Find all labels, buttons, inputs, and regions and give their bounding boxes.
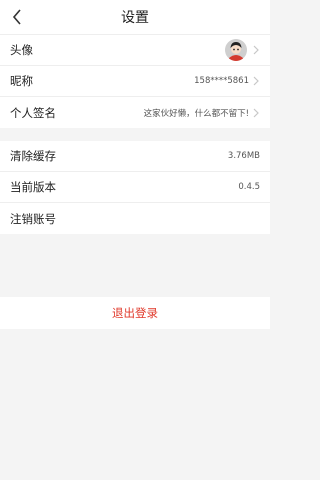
avatar-row[interactable]: 头像 (0, 35, 270, 66)
bottom-area (0, 329, 270, 480)
system-settings-group: 清除缓存 3.76MB 当前版本 0.4.5 注销账号 (0, 141, 270, 234)
deregister-label: 注销账号 (10, 211, 56, 226)
cache-size-value: 3.76MB (227, 151, 260, 161)
chevron-right-icon (253, 45, 260, 55)
nickname-label: 昵称 (10, 74, 33, 88)
section-divider (0, 128, 270, 141)
top-bar: 设置 (0, 0, 270, 34)
nickname-value: 158****5861 (194, 76, 249, 86)
nickname-row[interactable]: 昵称 158****5861 (0, 66, 270, 97)
signature-row[interactable]: 个人签名 这家伙好懒，什么都不留下! (0, 97, 270, 128)
spacer (0, 234, 270, 297)
back-icon[interactable] (8, 7, 26, 27)
page-title: 设置 (121, 10, 149, 26)
logout-button[interactable]: 退出登录 (0, 297, 270, 329)
avatar-label: 头像 (10, 43, 33, 57)
logout-label: 退出登录 (112, 306, 158, 320)
version-row[interactable]: 当前版本 0.4.5 (0, 172, 270, 203)
deregister-row[interactable]: 注销账号 (0, 203, 270, 234)
chevron-right-icon (253, 108, 260, 118)
version-label: 当前版本 (10, 180, 56, 194)
signature-value: 这家伙好懒，什么都不留下! (143, 108, 249, 119)
profile-settings-group: 头像 昵称 158****5861 个人签名 这家伙好懒，什么都不留下! (0, 35, 270, 128)
version-value: 0.4.5 (238, 182, 260, 192)
clear-cache-label: 清除缓存 (10, 149, 56, 163)
chevron-right-icon (253, 76, 260, 86)
clear-cache-row[interactable]: 清除缓存 3.76MB (0, 141, 270, 172)
signature-label: 个人签名 (10, 105, 56, 120)
avatar (225, 39, 247, 61)
